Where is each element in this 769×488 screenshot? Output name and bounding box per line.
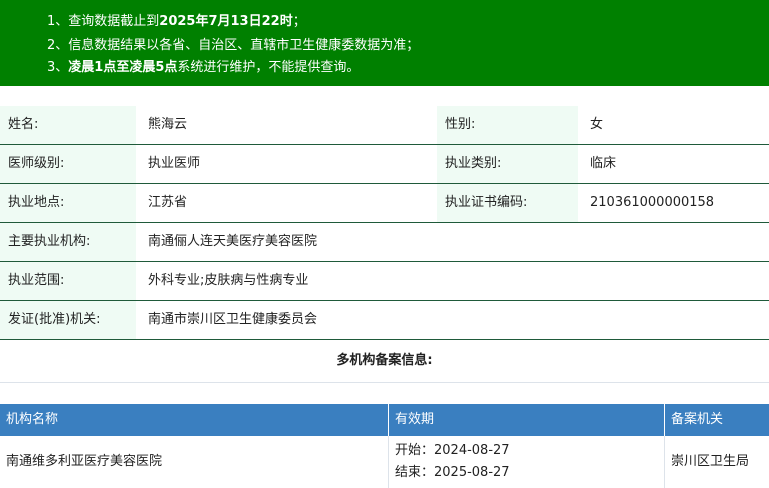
notice-line-1: 1、查询数据截止到2025年7月13日22时； (47, 10, 306, 29)
org-value: 南通俪人连天美医疗美容医院 (148, 234, 318, 249)
name-label: 姓名: (0, 106, 136, 144)
row-validity: 开始：2024-08-27 结束：2025-08-27 (389, 436, 665, 488)
cert-value: 210361000000158 (590, 195, 715, 210)
row-authority: 崇川区卫生局 (671, 454, 750, 469)
col-header-validity: 有效期 (389, 404, 665, 436)
scope-label: 执业范围: (0, 262, 136, 300)
org-label: 主要执业机构: (0, 223, 136, 261)
gender-value: 女 (590, 117, 604, 132)
notice-banner: 1、查询数据截止到2025年7月13日22时； 2、信息数据结果以各省、自治区、… (0, 0, 769, 86)
multi-org-table: 机构名称 有效期 备案机关 南通维多利亚医疗美容医院 开始：2024-08-27… (0, 404, 769, 488)
level-value: 执业医师 (148, 156, 201, 171)
info-row-location: 执业地点: 江苏省 执业证书编码: 210361000000158 (0, 184, 769, 223)
authority-label: 发证(批准)机关: (0, 301, 136, 339)
location-label: 执业地点: (0, 184, 136, 222)
col-header-authority: 备案机关 (671, 412, 724, 427)
col-header-org: 机构名称 (0, 404, 389, 436)
info-row-org: 主要执业机构: 南通俪人连天美医疗美容医院 (0, 223, 769, 262)
notice-text: 1、查询数据截止到 (47, 14, 160, 29)
scope-value: 外科专业;皮肤病与性病专业 (148, 273, 309, 288)
notice-emphasis: 2025年7月13日22时 (159, 14, 293, 29)
validity-end: 结束：2025-08-27 (395, 465, 510, 480)
notice-text: 3、 (47, 60, 69, 75)
multi-org-header-row: 机构名称 有效期 备案机关 (0, 404, 769, 436)
level-label: 医师级别: (0, 145, 136, 183)
doctor-info-table: 姓名: 熊海云 性别: 女 医师级别: 执业医师 执业类别: 临床 执业地点: … (0, 106, 769, 340)
cert-label: 执业证书编码: (437, 184, 578, 222)
gender-label: 性别: (437, 106, 578, 144)
notice-emphasis: 凌晨1点至凌晨5点 (68, 60, 178, 75)
authority-value: 南通市崇川区卫生健康委员会 (148, 312, 318, 327)
info-row-scope: 执业范围: 外科专业;皮肤病与性病专业 (0, 262, 769, 301)
notice-text: 系统进行维护，不能提供查询。 (177, 60, 360, 75)
multi-org-title: 多机构备案信息: (0, 340, 769, 383)
notice-text: ； (292, 14, 306, 29)
info-row-authority: 发证(批准)机关: 南通市崇川区卫生健康委员会 (0, 301, 769, 340)
notice-line-3: 3、凌晨1点至凌晨5点系统进行维护，不能提供查询。 (47, 56, 359, 75)
name-value: 熊海云 (148, 117, 188, 132)
table-row: 南通维多利亚医疗美容医院 开始：2024-08-27 结束：2025-08-27… (0, 436, 769, 488)
info-row-level: 医师级别: 执业医师 执业类别: 临床 (0, 145, 769, 184)
notice-line-2: 2、信息数据结果以各省、自治区、直辖市卫生健康委数据为准； (47, 38, 420, 53)
category-value: 临床 (590, 156, 617, 171)
validity-start: 开始：2024-08-27 (395, 443, 510, 458)
location-value: 江苏省 (148, 195, 188, 210)
info-row-name: 姓名: 熊海云 性别: 女 (0, 106, 769, 145)
category-label: 执业类别: (437, 145, 578, 183)
row-org-name: 南通维多利亚医疗美容医院 (0, 436, 389, 488)
